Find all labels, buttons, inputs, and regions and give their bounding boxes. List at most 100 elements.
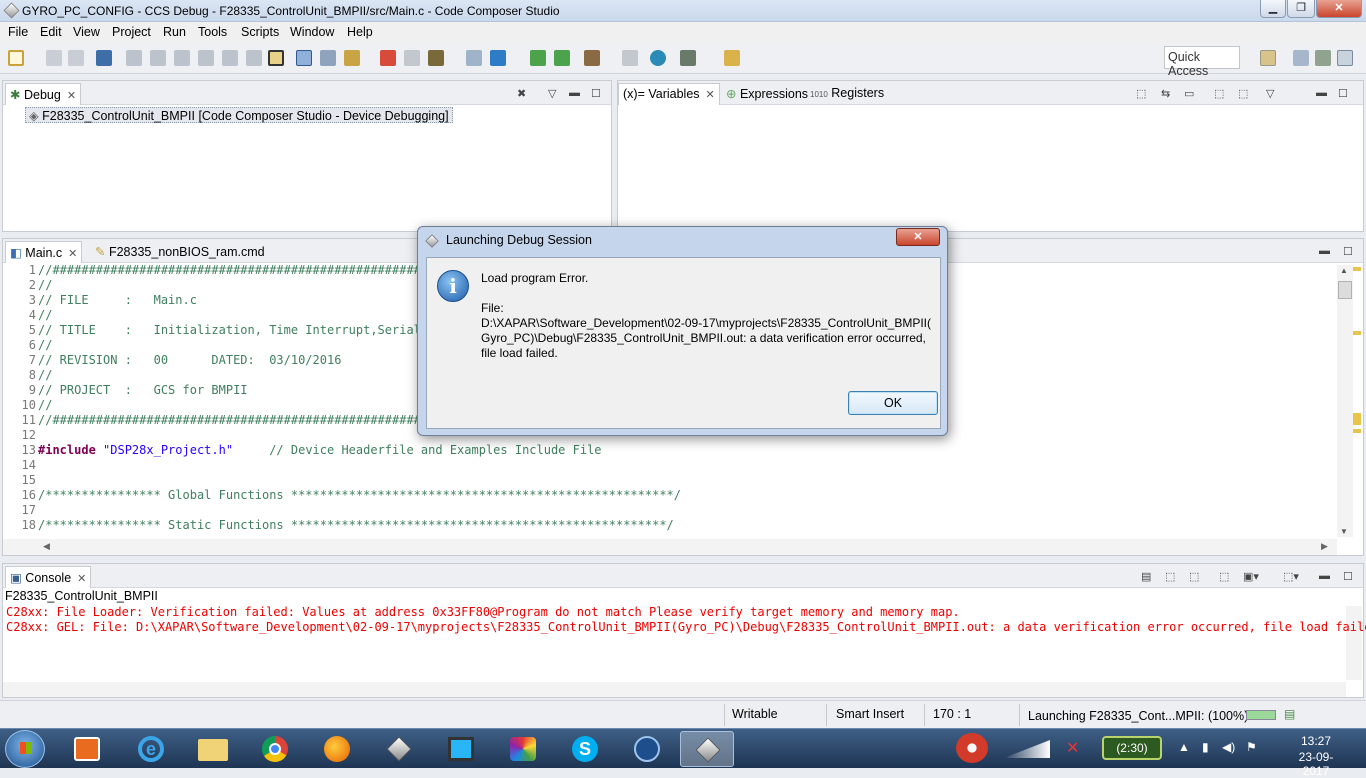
suspend-icon[interactable]: [150, 50, 166, 66]
close-icon[interactable]: ✕: [77, 572, 86, 585]
collapse-all-icon[interactable]: ▭: [1184, 87, 1194, 100]
resume-icon[interactable]: [126, 50, 142, 66]
step-icon[interactable]: [530, 50, 546, 66]
dialog-close-button[interactable]: ✕: [896, 228, 940, 246]
restart-icon[interactable]: [554, 50, 570, 66]
tab-expressions[interactable]: ⊕ Expressions: [722, 83, 812, 105]
code-line[interactable]: 18/**************** Static Functions ***…: [4, 518, 674, 533]
maximize-view-icon[interactable]: ☐: [1343, 245, 1353, 258]
step-into-icon[interactable]: [198, 50, 214, 66]
menu-edit[interactable]: Edit: [40, 25, 62, 39]
show-type-names-icon[interactable]: ⬚: [1136, 87, 1146, 100]
menu-tools[interactable]: Tools: [198, 25, 227, 39]
taskbar-cube-app[interactable]: [496, 731, 550, 767]
menu-scripts[interactable]: Scripts: [241, 25, 279, 39]
code-line[interactable]: 4//: [4, 308, 53, 323]
taskbar-internet-explorer[interactable]: e: [124, 731, 178, 767]
code-line[interactable]: 8//: [4, 368, 53, 383]
pin-console-icon[interactable]: ⬚: [1219, 570, 1229, 583]
code-line[interactable]: 7// REVISION : 00 DATED: 03/10/2016: [4, 353, 342, 368]
minimize-button[interactable]: ▁: [1260, 0, 1286, 18]
minimize-view-icon[interactable]: ▬: [569, 87, 580, 99]
code-line[interactable]: 11//####################################…: [4, 413, 443, 428]
scroll-thumb[interactable]: [1338, 281, 1352, 299]
code-line[interactable]: 12: [4, 428, 38, 443]
tab-registers[interactable]: 1010 Registers: [806, 83, 888, 105]
battery-icon[interactable]: ▮: [1202, 740, 1209, 754]
close-icon[interactable]: ✕: [68, 247, 77, 260]
scroll-up-icon[interactable]: ▲: [1340, 266, 1348, 275]
code-line[interactable]: 15: [4, 473, 38, 488]
hammer-icon[interactable]: [584, 50, 600, 66]
external-tools-icon[interactable]: [724, 50, 740, 66]
perspective-debug-icon[interactable]: [1315, 50, 1331, 66]
run-target-icon[interactable]: [490, 50, 506, 66]
code-line[interactable]: 16/**************** Global Functions ***…: [4, 488, 681, 503]
step-return-icon[interactable]: [246, 50, 262, 66]
link-icon[interactable]: [622, 50, 638, 66]
minimize-view-icon[interactable]: ▬: [1319, 245, 1330, 257]
menu-file[interactable]: File: [8, 25, 28, 39]
menu-window[interactable]: Window: [290, 25, 334, 39]
tray-app-icon[interactable]: [956, 733, 988, 763]
pin-icon[interactable]: ⬚: [1238, 87, 1248, 100]
maximize-view-icon[interactable]: ☐: [1338, 87, 1348, 100]
code-line[interactable]: 2//: [4, 278, 53, 293]
taskbar-chrome[interactable]: [248, 731, 302, 767]
taskbar-remote-desktop[interactable]: [620, 731, 674, 767]
overview-marker[interactable]: [1353, 413, 1361, 425]
remove-breakpoints-icon[interactable]: [380, 50, 396, 66]
view-menu-icon[interactable]: ▽: [548, 87, 556, 100]
close-button[interactable]: ✕: [1316, 0, 1362, 18]
console-horizontal-scrollbar[interactable]: [3, 682, 1346, 697]
perspective-edit-icon[interactable]: [1293, 50, 1309, 66]
maximize-button[interactable]: ❐: [1287, 0, 1315, 18]
terminate-all-icon[interactable]: ✖: [517, 87, 526, 100]
scroll-right-icon[interactable]: ▶: [1321, 541, 1328, 552]
tab-main-c[interactable]: ◧ Main.c ✕: [5, 241, 83, 263]
horizontal-scrollbar[interactable]: ◀ ▶: [3, 539, 1337, 555]
code-line[interactable]: 10//: [4, 398, 53, 413]
code-line[interactable]: 13 #include "DSP28x_Project.h" // Device …: [4, 443, 602, 458]
view-menu-icon[interactable]: ▽: [1266, 87, 1274, 100]
minimize-view-icon[interactable]: ▬: [1319, 570, 1330, 582]
show-logical-structure-icon[interactable]: ⇆: [1161, 87, 1170, 100]
progress-view-icon[interactable]: ▤: [1284, 707, 1295, 721]
taskbar-ccs-active[interactable]: [680, 731, 734, 767]
console-output[interactable]: C28xx: File Loader: Verification failed:…: [6, 605, 1366, 635]
code-line[interactable]: 14: [4, 458, 38, 473]
open-perspective-icon[interactable]: [1260, 50, 1276, 66]
tab-debug[interactable]: ✱ Debug ✕: [5, 83, 82, 105]
refresh-icon[interactable]: [650, 50, 666, 66]
taskbar-media-player[interactable]: [60, 731, 114, 767]
maximize-view-icon[interactable]: ☐: [1343, 570, 1353, 583]
step-over-icon[interactable]: [222, 50, 238, 66]
battery-badge[interactable]: (2:30): [1102, 736, 1162, 760]
close-icon[interactable]: ✕: [67, 89, 76, 102]
maximize-view-icon[interactable]: ☐: [591, 87, 601, 100]
new-icon[interactable]: [8, 50, 24, 66]
menu-project[interactable]: Project: [112, 25, 151, 39]
instruction-step-icon[interactable]: [296, 50, 312, 66]
network-warning-icon[interactable]: ✕: [1066, 738, 1079, 758]
overview-marker[interactable]: [1353, 331, 1361, 335]
tab-console[interactable]: ▣ Console ✕: [5, 566, 92, 588]
perspective-ccs-debug-icon[interactable]: [1337, 50, 1353, 66]
code-line[interactable]: 17: [4, 503, 38, 518]
clear-console-icon[interactable]: ▤: [1141, 570, 1151, 583]
reset-icon[interactable]: [466, 50, 482, 66]
menu-run[interactable]: Run: [163, 25, 186, 39]
close-icon[interactable]: ✕: [706, 88, 715, 101]
taskbar-ccs-app[interactable]: [372, 731, 426, 767]
scroll-left-icon[interactable]: ◀: [43, 541, 50, 552]
taskbar-skype[interactable]: S: [558, 731, 612, 767]
menu-view[interactable]: View: [73, 25, 100, 39]
menu-help[interactable]: Help: [347, 25, 373, 39]
code-line[interactable]: 3// FILE : Main.c: [4, 293, 197, 308]
settings-icon[interactable]: [680, 50, 696, 66]
code-line[interactable]: 9// PROJECT : GCS for BMPII: [4, 383, 248, 398]
save-icon[interactable]: [46, 50, 62, 66]
open-console-icon[interactable]: ⬚▾: [1283, 570, 1299, 583]
code-line[interactable]: 6//: [4, 338, 53, 353]
scroll-down-icon[interactable]: ▼: [1340, 527, 1348, 536]
